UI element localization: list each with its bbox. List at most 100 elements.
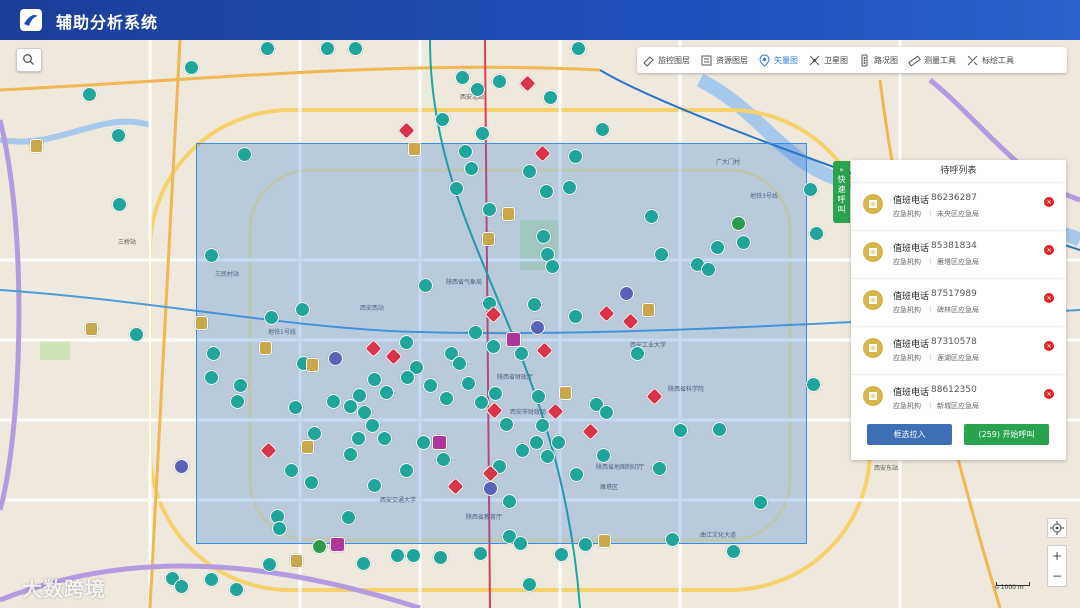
map-poi-marker[interactable] xyxy=(129,327,144,342)
remove-icon[interactable]: × xyxy=(1044,341,1054,351)
map-poi-marker[interactable] xyxy=(551,435,566,450)
map-poi-marker[interactable] xyxy=(343,447,358,462)
selection-rectangle[interactable] xyxy=(196,143,807,544)
map-poi-marker[interactable] xyxy=(195,316,208,330)
map-poi-marker[interactable] xyxy=(312,539,327,554)
map-poi-marker[interactable] xyxy=(204,248,219,263)
map-poi-marker[interactable] xyxy=(630,346,645,361)
map-poi-marker[interactable] xyxy=(568,309,583,324)
tool-plot[interactable]: 标绘工具 xyxy=(961,47,1019,73)
map-poi-marker[interactable] xyxy=(461,376,476,391)
map-poi-marker[interactable] xyxy=(464,161,479,176)
map-poi-marker[interactable] xyxy=(301,440,314,454)
map-poi-marker[interactable] xyxy=(652,461,667,476)
map-poi-marker[interactable] xyxy=(599,405,614,420)
remove-icon[interactable]: × xyxy=(1044,197,1054,207)
map-poi-marker[interactable] xyxy=(348,41,363,56)
call-list[interactable]: 值班电话 86236287 应急机构 | 未央区应急局 × 值班电话 85381… xyxy=(851,183,1066,421)
map-poi-marker[interactable] xyxy=(204,370,219,385)
map-poi-marker[interactable] xyxy=(529,435,544,450)
map-poi-marker[interactable] xyxy=(654,247,669,262)
remove-icon[interactable]: × xyxy=(1044,293,1054,303)
call-list-item[interactable]: 值班电话 86236287 应急机构 | 未央区应急局 × xyxy=(851,183,1066,231)
map-poi-marker[interactable] xyxy=(174,459,189,474)
map-poi-marker[interactable] xyxy=(260,41,275,56)
call-list-item[interactable]: 值班电话 88612350 应急机构 | 新城区应急局 × xyxy=(851,375,1066,421)
map-poi-marker[interactable] xyxy=(753,495,768,510)
map-poi-marker[interactable] xyxy=(399,335,414,350)
map-poi-marker[interactable] xyxy=(515,443,530,458)
map-poi-marker[interactable] xyxy=(809,226,824,241)
map-poi-marker[interactable] xyxy=(712,422,727,437)
call-list-item[interactable]: 值班电话 85381834 应急机构 | 雁塔区应急局 × xyxy=(851,231,1066,279)
map-search-button[interactable] xyxy=(16,48,42,72)
map-poi-marker[interactable] xyxy=(803,182,818,197)
map-poi-marker[interactable] xyxy=(284,463,299,478)
map-poi-marker[interactable] xyxy=(482,232,495,246)
map-poi-marker[interactable] xyxy=(475,126,490,141)
map-poi-marker[interactable] xyxy=(377,431,392,446)
map-poi-marker[interactable] xyxy=(399,463,414,478)
map-poi-marker[interactable] xyxy=(536,229,551,244)
map-poi-marker[interactable] xyxy=(204,572,219,587)
map-poi-marker[interactable] xyxy=(229,582,244,597)
map-poi-marker[interactable] xyxy=(416,435,431,450)
map-poi-marker[interactable] xyxy=(233,378,248,393)
remove-icon[interactable]: × xyxy=(1044,245,1054,255)
map-poi-marker[interactable] xyxy=(562,180,577,195)
zoom-out-button[interactable]: − xyxy=(1048,566,1066,586)
map-poi-marker[interactable] xyxy=(436,452,451,467)
map-poi-marker[interactable] xyxy=(731,216,746,231)
map-poi-marker[interactable] xyxy=(352,388,367,403)
map-poi-marker[interactable] xyxy=(433,550,448,565)
map-poi-marker[interactable] xyxy=(710,240,725,255)
map-poi-marker[interactable] xyxy=(288,400,303,415)
map-poi-marker[interactable] xyxy=(328,351,343,366)
map-poi-marker[interactable] xyxy=(736,235,751,250)
map-poi-marker[interactable] xyxy=(531,389,546,404)
map-poi-marker[interactable] xyxy=(673,423,688,438)
map-poi-marker[interactable] xyxy=(295,302,310,317)
map-poi-marker[interactable] xyxy=(400,370,415,385)
map-poi-marker[interactable] xyxy=(806,377,821,392)
map-poi-marker[interactable] xyxy=(522,164,537,179)
map-poi-marker[interactable] xyxy=(596,448,611,463)
map-poi-marker[interactable] xyxy=(418,278,433,293)
map-poi-marker[interactable] xyxy=(82,87,97,102)
map-poi-marker[interactable] xyxy=(539,184,554,199)
remove-icon[interactable]: × xyxy=(1044,389,1054,399)
map-poi-marker[interactable] xyxy=(237,147,252,162)
map-poi-marker[interactable] xyxy=(408,142,421,156)
map-poi-marker[interactable] xyxy=(174,579,189,594)
map-poi-marker[interactable] xyxy=(262,557,277,572)
map-poi-marker[interactable] xyxy=(578,537,593,552)
map-poi-marker[interactable] xyxy=(522,577,537,592)
map-poi-marker[interactable] xyxy=(111,128,126,143)
map-poi-marker[interactable] xyxy=(365,418,380,433)
map-poi-marker[interactable] xyxy=(554,547,569,562)
map-poi-marker[interactable] xyxy=(320,41,335,56)
map-poi-marker[interactable] xyxy=(452,356,467,371)
map-poi-marker[interactable] xyxy=(543,90,558,105)
map-poi-marker[interactable] xyxy=(468,325,483,340)
map-poi-marker[interactable] xyxy=(367,372,382,387)
map-poi-marker[interactable] xyxy=(406,548,421,563)
start-call-button[interactable]: (259) 开始呼叫 xyxy=(964,424,1049,445)
tool-traffic[interactable]: 路况图 xyxy=(853,47,903,73)
locate-button[interactable] xyxy=(1047,518,1067,538)
map-poi-marker[interactable] xyxy=(506,332,521,347)
map-poi-marker[interactable] xyxy=(432,435,447,450)
map-poi-marker[interactable] xyxy=(499,417,514,432)
map-poi-marker[interactable] xyxy=(530,320,545,335)
map-poi-marker[interactable] xyxy=(435,112,450,127)
map-poi-marker[interactable] xyxy=(595,122,610,137)
map-poi-marker[interactable] xyxy=(379,385,394,400)
map-poi-marker[interactable] xyxy=(390,548,405,563)
quick-call-tab[interactable]: » 快速呼叫 xyxy=(833,161,850,223)
box-select-pull-button[interactable]: 框选拉入 xyxy=(867,424,952,445)
call-list-item[interactable]: 值班电话 87310578 应急机构 | 莲湖区应急局 × xyxy=(851,327,1066,375)
map-poi-marker[interactable] xyxy=(458,144,473,159)
map-poi-marker[interactable] xyxy=(486,339,501,354)
tool-vector-map[interactable]: 矢量图 xyxy=(753,47,803,73)
map-poi-marker[interactable] xyxy=(304,475,319,490)
